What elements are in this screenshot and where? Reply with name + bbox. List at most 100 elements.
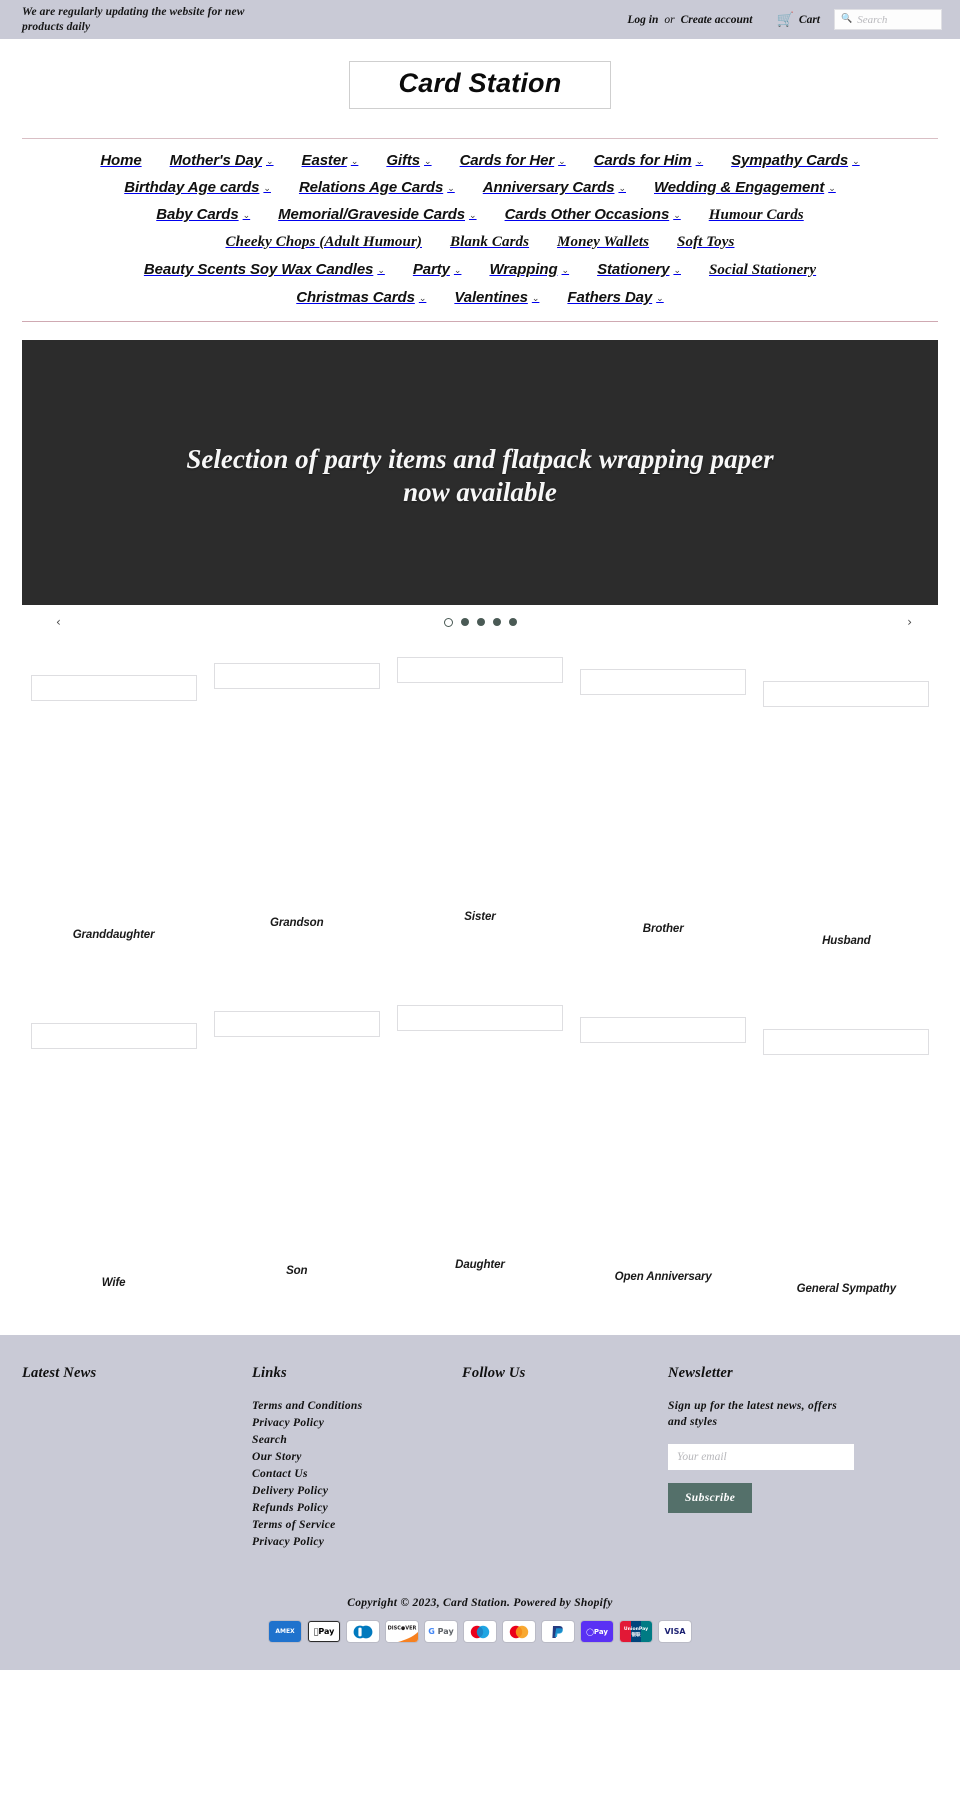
nav-item-baby-cards[interactable]: Baby Cards ⌄	[156, 206, 250, 223]
collection-card[interactable]: General Sympathy	[755, 1003, 938, 1295]
footer-column-latest-news: Latest News	[22, 1365, 252, 1398]
chevron-down-icon: ⌄	[695, 157, 704, 167]
nav-item-social-stationery[interactable]: Social Stationery	[709, 262, 816, 279]
footer-links-list: Terms and Conditions Privacy Policy Search…	[252, 1398, 462, 1551]
collection-image-placeholder	[580, 1017, 747, 1043]
slideshow-dot-1[interactable]	[443, 617, 453, 627]
nav-item-christmas-cards[interactable]: Christmas Cards ⌄	[296, 289, 426, 306]
nav-item-cards-for-her[interactable]: Cards for Her ⌄	[460, 152, 566, 169]
google-pay-icon: G Pay	[425, 1621, 457, 1642]
collection-card[interactable]: Brother	[572, 655, 755, 935]
nav-item-fathers-day[interactable]: Fathers Day ⌄	[567, 289, 663, 306]
nav-item-wedding-engagement[interactable]: Wedding & Engagement ⌄	[654, 179, 836, 196]
footer-link-refunds-policy[interactable]: Refunds Policy	[252, 1500, 462, 1517]
chevron-down-icon: ⌄	[673, 211, 681, 221]
collection-card[interactable]: Wife	[22, 1003, 205, 1289]
slideshow-dot-5[interactable]	[508, 618, 517, 626]
nav-item-wrapping[interactable]: Wrapping ⌄	[489, 261, 569, 278]
cart-button[interactable]: 🛒 Cart	[776, 13, 820, 27]
nav-item-mother-s-day[interactable]: Mother's Day ⌄	[170, 152, 274, 169]
collection-card[interactable]: Granddaughter	[22, 655, 205, 941]
chevron-right-icon[interactable]: ›	[907, 616, 912, 628]
collection-card[interactable]: Open Anniversary	[572, 1003, 755, 1283]
collection-title: General Sympathy	[796, 1283, 897, 1295]
nav-item-cheeky-chops-adult-humour[interactable]: Cheeky Chops (Adult Humour)	[226, 234, 422, 251]
search-icon: 🔍	[841, 14, 853, 24]
collection-grid: Granddaughter Grandson Sister Brother Husban…	[0, 635, 960, 1295]
nav-item-label: Relations Age Cards	[298, 179, 444, 196]
slideshow-dots	[443, 617, 517, 627]
nav-item-label: Baby Cards	[156, 206, 239, 223]
paypal-icon	[542, 1621, 574, 1642]
nav-item-valentines[interactable]: Valentines ⌄	[454, 289, 539, 306]
amex-icon: AMEX	[269, 1621, 301, 1642]
nav-item-birthday-age-cards[interactable]: Birthday Age cards ⌄	[124, 179, 271, 196]
mastercard-icon	[503, 1621, 535, 1642]
newsletter-description: Sign up for the latest news, offers and …	[668, 1400, 838, 1428]
footer-link-contact-us[interactable]: Contact Us	[252, 1466, 462, 1483]
maestro-icon	[464, 1621, 496, 1642]
collection-title: Husband	[822, 935, 871, 947]
nav-item-money-wallets[interactable]: Money Wallets	[557, 234, 649, 251]
collection-card[interactable]: Son	[205, 1003, 388, 1277]
nav-item-party[interactable]: Party ⌄	[413, 261, 462, 278]
footer-link-our-story[interactable]: Our Story	[252, 1449, 462, 1466]
footer-link-delivery-policy[interactable]: Delivery Policy	[252, 1483, 462, 1500]
footer-link-privacy-policy[interactable]: Privacy Policy	[252, 1415, 462, 1432]
nav-item-soft-toys[interactable]: Soft Toys	[677, 234, 734, 251]
nav-item-humour-cards[interactable]: Humour Cards	[709, 207, 804, 224]
nav-item-beauty-scents-soy-wax-candles[interactable]: Beauty Scents Soy Wax Candles ⌄	[144, 261, 385, 278]
collection-card[interactable]: Sister	[388, 655, 571, 923]
nav-item-blank-cards[interactable]: Blank Cards	[450, 234, 529, 251]
nav-item-anniversary-cards[interactable]: Anniversary Cards ⌄	[483, 179, 626, 196]
nav-row: Birthday Age cards ⌄ Relations Age Cards ⌄ A…	[42, 174, 918, 201]
nav-item-label: Valentines	[454, 289, 528, 306]
collection-card[interactable]: Husband	[755, 655, 938, 947]
nav-item-home[interactable]: Home	[100, 152, 141, 169]
footer-link-terms-of-service[interactable]: Terms of Service	[252, 1517, 462, 1534]
search-box[interactable]: 🔍	[834, 9, 942, 30]
nav-item-label: Cards for Her	[459, 152, 555, 169]
chevron-down-icon: ⌄	[263, 184, 271, 194]
create-account-link[interactable]: Create account	[681, 14, 753, 26]
announcement-bar: We are regularly updating the website fo…	[0, 0, 960, 39]
nav-item-stationery[interactable]: Stationery ⌄	[597, 261, 681, 278]
chevron-down-icon: ⌄	[424, 157, 432, 167]
nav-item-label: Birthday Age cards	[124, 179, 260, 196]
footer-link-privacy-policy[interactable]: Privacy Policy	[252, 1534, 462, 1551]
nav-item-cards-for-him[interactable]: Cards for Him ⌄	[594, 152, 703, 169]
collection-card[interactable]: Grandson	[205, 655, 388, 929]
chevron-down-icon: ⌄	[656, 294, 664, 304]
chevron-down-icon: ⌄	[377, 266, 385, 276]
collection-card[interactable]: Daughter	[388, 1003, 571, 1271]
slideshow-controls: ‹ ›	[44, 609, 916, 635]
login-link[interactable]: Log in	[627, 14, 658, 26]
subscribe-button[interactable]: Subscribe	[668, 1483, 753, 1513]
nav-item-label: Social Stationery	[708, 262, 817, 278]
svg-text:UnionPay: UnionPay	[624, 1626, 648, 1632]
nav-item-label: Humour Cards	[708, 207, 804, 223]
slideshow-dot-2[interactable]	[460, 618, 469, 626]
nav-item-memorial-graveside-cards[interactable]: Memorial/Graveside Cards ⌄	[278, 206, 476, 223]
slideshow-dot-4[interactable]	[492, 618, 501, 626]
nav-item-sympathy-cards[interactable]: Sympathy Cards ⌄	[731, 152, 860, 169]
footer-link-terms-and-conditions[interactable]: Terms and Conditions	[252, 1398, 462, 1415]
nav-item-relations-age-cards[interactable]: Relations Age Cards ⌄	[299, 179, 455, 196]
collection-title: Son	[286, 1265, 308, 1277]
slideshow-dot-3[interactable]	[476, 618, 485, 626]
store-logo[interactable]: Card Station	[349, 61, 611, 109]
utility-or-text: or	[664, 13, 675, 26]
chevron-left-icon[interactable]: ‹	[56, 616, 61, 628]
footer-column-follow-us: Follow Us	[462, 1365, 667, 1398]
visa-icon: VISA	[659, 1621, 691, 1642]
footer-columns: Latest News Links Terms and Conditions Pr…	[22, 1365, 938, 1551]
search-input[interactable]	[857, 13, 935, 26]
footer-link-search[interactable]: Search	[252, 1432, 462, 1449]
nav-item-gifts[interactable]: Gifts ⌄	[386, 152, 431, 169]
nav-item-easter[interactable]: Easter ⌄	[302, 152, 359, 169]
collection-title: Grandson	[270, 917, 324, 929]
main-navigation: Home Mother's Day ⌄ Easter ⌄ Gifts ⌄ Cards for …	[22, 138, 938, 322]
newsletter-email-input[interactable]	[668, 1444, 854, 1470]
nav-item-cards-other-occasions[interactable]: Cards Other Occasions ⌄	[505, 206, 681, 223]
hero-slide[interactable]: Selection of party items and flatpack wr…	[22, 340, 938, 605]
